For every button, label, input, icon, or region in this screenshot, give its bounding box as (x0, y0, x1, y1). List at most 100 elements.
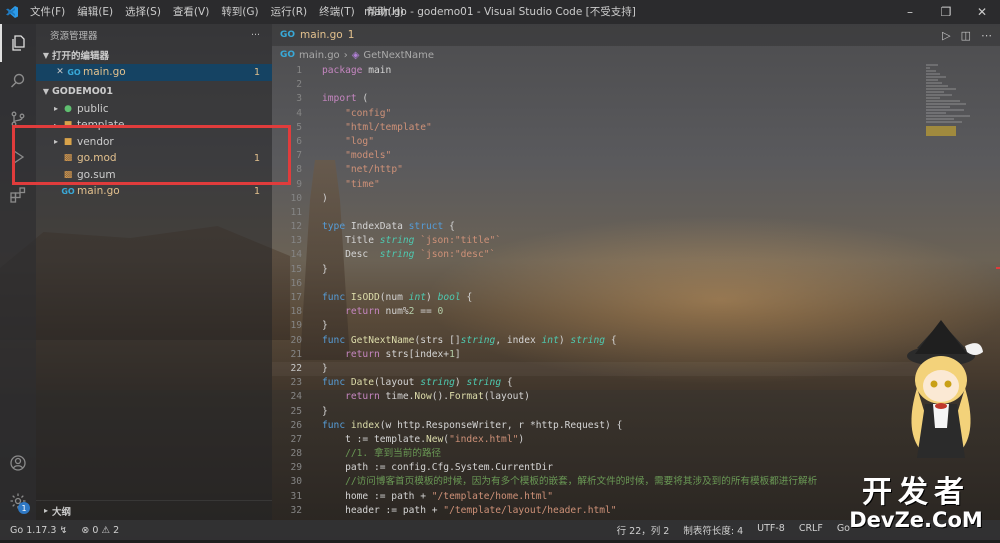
code-line[interactable]: 1 package main (272, 64, 922, 78)
code-line[interactable]: 30 //访问博客首页模板的时候，因为有多个模板的嵌套，解析文件的时候，需要将其… (272, 475, 922, 489)
tab-size[interactable]: 制表符长度: 4 (683, 523, 743, 537)
project-label: GODEMO01 (52, 86, 113, 97)
search-icon[interactable] (0, 62, 36, 100)
code-line[interactable]: 25} (272, 405, 922, 419)
minimap[interactable] (926, 64, 986, 164)
line-number: 14 (290, 249, 302, 261)
menu-go[interactable]: 转到(G) (215, 0, 264, 24)
tree-item-label: public (77, 102, 109, 115)
cursor-position[interactable]: 行 22，列 2 (617, 523, 670, 537)
close-icon[interactable]: ✕ (54, 67, 66, 77)
extensions-icon[interactable] (0, 176, 36, 214)
line-number: 4 (296, 107, 302, 119)
breadcrumb-symbol[interactable]: GetNextName (363, 50, 434, 61)
line-number: 15 (290, 263, 302, 275)
outline-section[interactable]: ▸ 大纲 (36, 500, 272, 520)
line-number: 17 (290, 292, 302, 303)
line-number: 28 (290, 448, 302, 460)
go-version-status[interactable]: Go 1.17.3 ↯ (10, 525, 67, 536)
code-line[interactable]: 20 func GetNextName(strs []string, index … (272, 334, 922, 348)
code-text: ) (322, 192, 328, 204)
code-line[interactable]: 18 return num%2 == 0 (272, 305, 922, 319)
minimize-icon[interactable]: – (892, 0, 928, 24)
line-number: 23 (290, 377, 302, 389)
code-line[interactable]: 11 (272, 206, 922, 220)
project-section[interactable]: ▼ GODEMO01 (36, 83, 272, 101)
explorer-icon[interactable] (0, 24, 36, 62)
more-actions-icon[interactable]: ⋯ (981, 29, 992, 42)
code-line[interactable]: 29 path := config.Cfg.System.CurrentDir (272, 461, 922, 475)
open-editors-label: 打开的编辑器 (52, 51, 110, 62)
menu-edit[interactable]: 编辑(E) (71, 0, 119, 24)
code-editor[interactable]: 1 package main 2 3 import (4 "config" 5 "html… (272, 64, 922, 518)
tree-item-main-go[interactable]: GO main.go 1 (36, 183, 272, 200)
code-line[interactable]: 15} (272, 263, 922, 277)
split-editor-icon[interactable]: ◫ (961, 29, 971, 42)
chevron-down-icon: ▼ (42, 87, 50, 96)
code-line[interactable]: 6 "log" (272, 135, 922, 149)
code-line[interactable]: 4 "config" (272, 107, 922, 121)
explorer-header: 资源管理器 ··· (36, 24, 272, 46)
account-icon[interactable] (0, 444, 36, 482)
code-line[interactable]: 13 Title string `json:"title"` (272, 234, 922, 248)
code-line[interactable]: 17 func IsODD(num int) bool { (272, 291, 922, 305)
code-line[interactable]: 22} (272, 361, 922, 377)
code-line[interactable]: 19} (272, 319, 922, 333)
tree-item-go-sum[interactable]: ▩ go.sum (36, 167, 272, 184)
code-line[interactable]: 31 home := path + "/template/home.html" (272, 490, 922, 504)
code-line[interactable]: 16 (272, 277, 922, 291)
source-control-icon[interactable] (0, 100, 36, 138)
code-line[interactable]: 27 t := template.New("index.html") (272, 433, 922, 447)
run-icon[interactable]: ▷ (942, 29, 950, 42)
code-line[interactable]: 14 Desc string `json:"desc"` (272, 248, 922, 262)
menu-selection[interactable]: 选择(S) (119, 0, 167, 24)
menu-file[interactable]: 文件(F) (24, 0, 71, 24)
code-text: func index(w http.ResponseWriter, r *htt… (322, 419, 623, 431)
tree-item-public[interactable]: ▸ ● public (36, 101, 272, 118)
encoding[interactable]: UTF-8 (757, 523, 785, 537)
code-line[interactable]: 23 func Date(layout string) string { (272, 376, 922, 390)
open-editor-main-go[interactable]: ✕ GO main.go 1 (36, 64, 272, 81)
tree-item-label: main.go (77, 185, 120, 198)
open-editors-section[interactable]: ▼ 打开的编辑器 (36, 46, 272, 64)
more-actions-icon[interactable]: ··· (251, 30, 260, 41)
line-number: 21 (290, 348, 302, 360)
code-line[interactable]: 32 header := path + "/template/layout/he… (272, 504, 922, 518)
code-line[interactable]: 8 "net/http" (272, 163, 922, 177)
code-line[interactable]: 12 type IndexData struct { (272, 220, 922, 234)
menu-view[interactable]: 查看(V) (167, 0, 215, 24)
code-line[interactable]: 28 //1. 拿到当前的路径 (272, 447, 922, 461)
go-version-label: Go 1.17.3 (10, 524, 57, 536)
warning-count: 2 (113, 524, 120, 536)
tab-label: main.go (300, 29, 343, 41)
code-text: } (322, 263, 328, 275)
menu-run[interactable]: 运行(R) (265, 0, 314, 24)
menu-help[interactable]: 帮助(H) (361, 0, 410, 24)
code-text: //访问博客首页模板的时候，因为有多个模板的嵌套，解析文件的时候，需要将其涉及到… (345, 476, 818, 488)
run-debug-icon[interactable] (0, 138, 36, 176)
code-line[interactable]: 3 import ( (272, 92, 922, 106)
restore-icon[interactable]: ❐ (928, 0, 964, 24)
code-line[interactable]: 7 "models" (272, 149, 922, 163)
code-line[interactable]: 2 (272, 78, 922, 92)
code-line[interactable]: 24 return time.Now().Format(layout) (272, 390, 922, 404)
tree-item-template[interactable]: ▸ ■ template (36, 117, 272, 134)
menu-terminal[interactable]: 终端(T) (313, 0, 361, 24)
problems-status[interactable]: ⊗ 0 ⚠ 2 (81, 525, 119, 536)
close-icon[interactable]: ✕ (964, 0, 1000, 24)
chevron-right-icon: ▸ (43, 506, 48, 515)
code-line[interactable]: 26 func index(w http.ResponseWriter, r *h… (272, 419, 922, 433)
tree-item-go-mod[interactable]: ▩ go.mod 1 (36, 150, 272, 167)
breadcrumb-file[interactable]: main.go (299, 50, 340, 61)
code-line[interactable]: 21 return strs[index+1] (272, 348, 922, 362)
tree-item-vendor[interactable]: ▸ ■ vendor (36, 134, 272, 151)
tab-main-go[interactable]: GO main.go 1 (272, 24, 362, 46)
code-line[interactable]: 5 "html/template" (272, 121, 922, 135)
code-line[interactable]: 9 "time" (272, 178, 922, 192)
watermark-top-text: 开发者 (862, 475, 970, 510)
code-text: func GetNextName(strs []string, index in… (322, 334, 617, 346)
line-number: 12 (290, 221, 302, 233)
settings-gear-icon[interactable]: 1 (0, 482, 36, 520)
line-endings[interactable]: CRLF (799, 523, 823, 537)
code-line[interactable]: 10) (272, 192, 922, 206)
